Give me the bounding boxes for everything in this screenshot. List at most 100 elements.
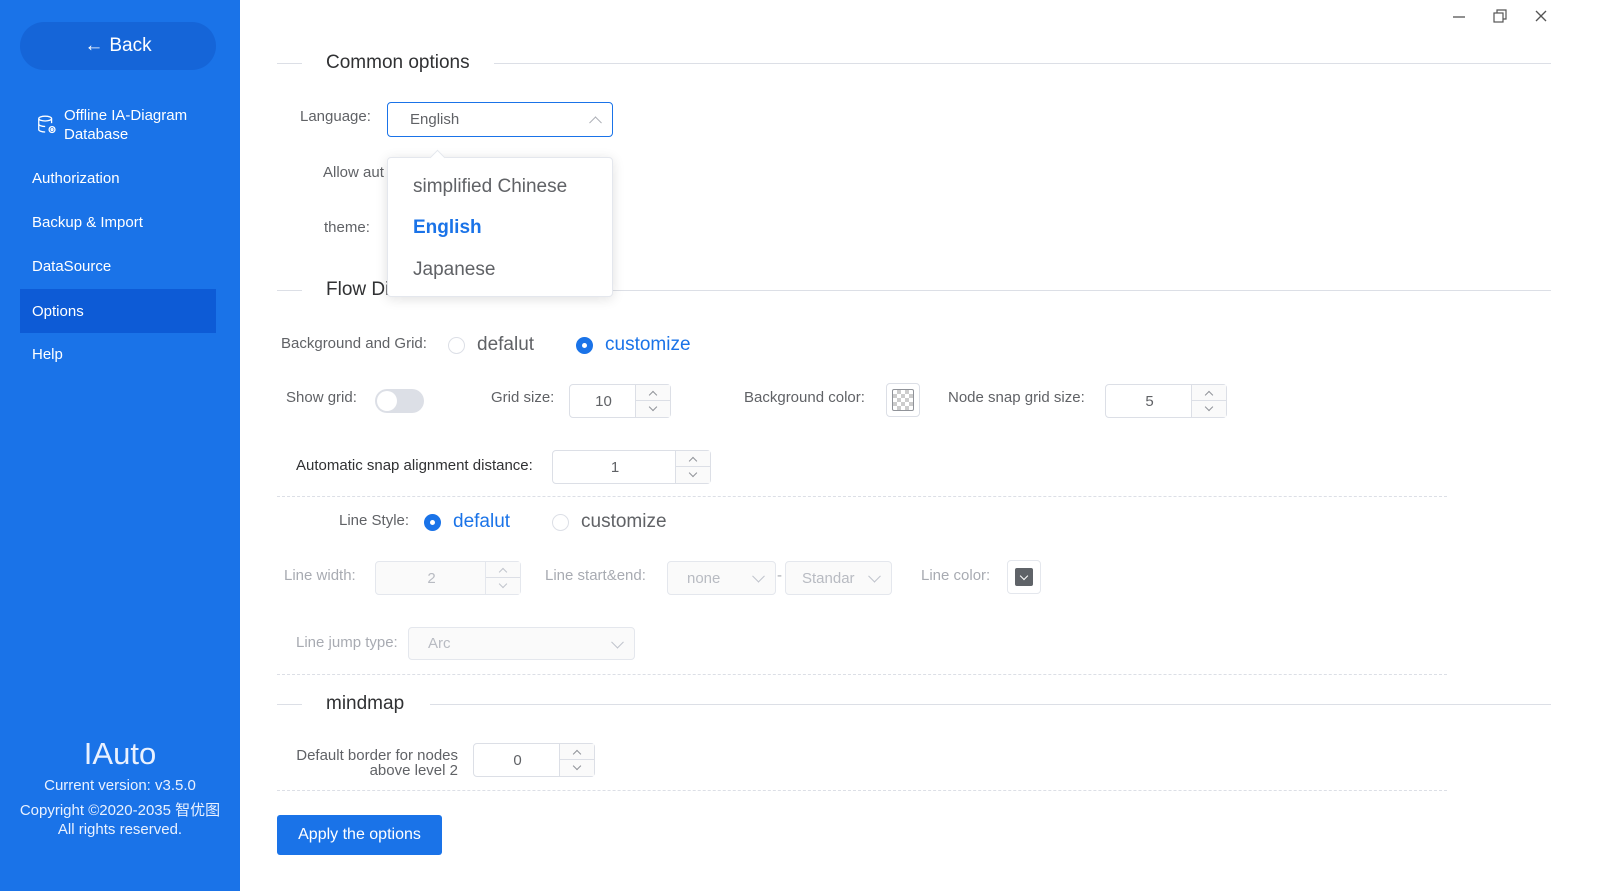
chevron-up-icon xyxy=(1204,390,1214,399)
language-option-english[interactable]: English xyxy=(413,217,482,239)
line-color-label: Line color: xyxy=(921,567,991,584)
line-start-select[interactable]: none xyxy=(667,561,776,595)
stepper xyxy=(559,744,594,776)
sidebar: ← Back Offline IA-Diagram Database Autho… xyxy=(0,0,240,891)
bg-color-picker[interactable] xyxy=(886,383,920,417)
line-jump-label: Line jump type: xyxy=(296,634,398,651)
stepper xyxy=(675,451,710,483)
radio-checked-icon xyxy=(424,513,441,531)
sidebar-item-label: Authorization xyxy=(32,169,120,187)
stepper xyxy=(635,385,670,417)
chevron-down-icon xyxy=(868,569,881,583)
sidebar-item-label: DataSource xyxy=(32,257,112,275)
language-select[interactable]: English xyxy=(387,102,613,137)
line-style-radio-default[interactable]: defalut xyxy=(424,511,510,533)
bg-grid-radio-customize[interactable]: customize xyxy=(576,334,691,356)
section-divider xyxy=(494,63,1551,64)
show-grid-switch[interactable] xyxy=(375,389,424,413)
line-color-picker[interactable] xyxy=(1007,560,1041,594)
stepper xyxy=(485,562,520,594)
language-option-chinese[interactable]: simplified Chinese xyxy=(413,176,567,198)
decrease-button[interactable] xyxy=(486,578,520,594)
arrow-left-icon: ← xyxy=(84,35,104,56)
swatch-border xyxy=(892,389,914,411)
decrease-button[interactable] xyxy=(560,760,594,776)
chevron-down-icon xyxy=(1204,402,1214,412)
minimize-icon[interactable] xyxy=(1447,4,1471,28)
sidebar-item-options[interactable]: Options xyxy=(20,289,216,333)
section-title-flow: Flow Di xyxy=(326,279,390,301)
line-end-value: Standar xyxy=(802,569,855,587)
section-divider xyxy=(500,290,1551,291)
close-icon[interactable] xyxy=(1529,4,1553,28)
line-end-select[interactable]: Standar xyxy=(785,561,892,595)
chevron-up-icon xyxy=(589,115,602,129)
border-nodes-input[interactable]: 0 xyxy=(473,743,595,777)
decrease-button[interactable] xyxy=(676,467,710,483)
line-style-radio-customize[interactable]: customize xyxy=(552,511,667,533)
brand-name: IAuto xyxy=(83,736,157,771)
chevron-up-icon xyxy=(688,456,698,465)
sidebar-item-backup-import[interactable]: Backup & Import xyxy=(20,200,216,244)
increase-button[interactable] xyxy=(676,451,710,467)
section-title-mindmap: mindmap xyxy=(326,693,405,715)
line-jump-select[interactable]: Arc xyxy=(408,627,635,660)
increase-button[interactable] xyxy=(636,385,670,401)
back-label: Back xyxy=(109,35,152,56)
chevron-down-icon xyxy=(498,579,508,589)
snap-grid-value: 5 xyxy=(1145,392,1154,410)
scrollbar[interactable] xyxy=(1551,34,1559,868)
increase-button[interactable] xyxy=(486,562,520,578)
auto-snap-value: 1 xyxy=(610,458,620,476)
snap-grid-input[interactable]: 5 xyxy=(1105,384,1227,418)
radio-label: customize xyxy=(605,334,691,355)
sidebar-item-offline-database[interactable]: Offline IA-Diagram Database xyxy=(20,103,216,147)
border-nodes-value: 0 xyxy=(513,751,522,769)
line-width-label: Line width: xyxy=(284,567,356,584)
radio-label: defalut xyxy=(477,334,535,355)
line-dash-separator: - xyxy=(777,567,782,584)
theme-label: theme: xyxy=(324,219,370,236)
chevron-up-icon xyxy=(648,390,658,399)
switch-knob xyxy=(377,391,397,411)
chevron-down-icon xyxy=(688,468,698,478)
border-nodes-label: Default border for nodes above level 2 xyxy=(296,747,458,779)
sidebar-item-help[interactable]: Help xyxy=(20,332,216,376)
allow-auto-label: Allow aut xyxy=(323,164,384,181)
auto-snap-label: Automatic snap alignment distance: xyxy=(296,457,533,474)
apply-options-button[interactable]: Apply the options xyxy=(277,815,442,855)
restore-icon[interactable] xyxy=(1488,4,1512,28)
line-width-input[interactable]: 2 xyxy=(375,561,521,595)
radio-label: defalut xyxy=(453,511,511,532)
bg-grid-radio-default[interactable]: defalut xyxy=(448,334,534,356)
section-divider xyxy=(277,290,302,291)
language-value: English xyxy=(410,111,460,128)
radio-icon xyxy=(552,513,569,531)
auto-snap-input[interactable]: 1 xyxy=(552,450,711,484)
line-jump-value: Arc xyxy=(428,635,451,652)
chevron-down-icon xyxy=(611,635,624,649)
sidebar-item-authorization[interactable]: Authorization xyxy=(20,156,216,200)
back-button[interactable]: ← Back xyxy=(20,22,216,70)
increase-button[interactable] xyxy=(560,744,594,760)
radio-label: customize xyxy=(581,511,667,532)
grid-size-input[interactable]: 10 xyxy=(569,384,671,418)
sidebar-item-label: Backup & Import xyxy=(32,213,143,231)
line-start-end-label: Line start&end: xyxy=(545,567,646,584)
language-option-japanese[interactable]: Japanese xyxy=(413,259,495,281)
bg-color-label: Background color: xyxy=(744,389,865,406)
dashed-divider xyxy=(277,790,1447,791)
decrease-button[interactable] xyxy=(636,401,670,417)
chevron-down-icon xyxy=(572,761,582,771)
snap-grid-label: Node snap grid size: xyxy=(948,389,1085,406)
chevron-up-icon xyxy=(498,567,508,576)
chevron-down-icon xyxy=(648,402,658,412)
chevron-down-icon xyxy=(752,569,765,583)
grid-size-label: Grid size: xyxy=(491,389,555,406)
version-text: Current version: v3.5.0 xyxy=(44,777,196,794)
sidebar-item-datasource[interactable]: DataSource xyxy=(20,244,216,288)
dropdown-caret xyxy=(429,149,446,166)
decrease-button[interactable] xyxy=(1192,401,1226,417)
increase-button[interactable] xyxy=(1192,385,1226,401)
rights-text: All rights reserved. xyxy=(57,821,183,838)
